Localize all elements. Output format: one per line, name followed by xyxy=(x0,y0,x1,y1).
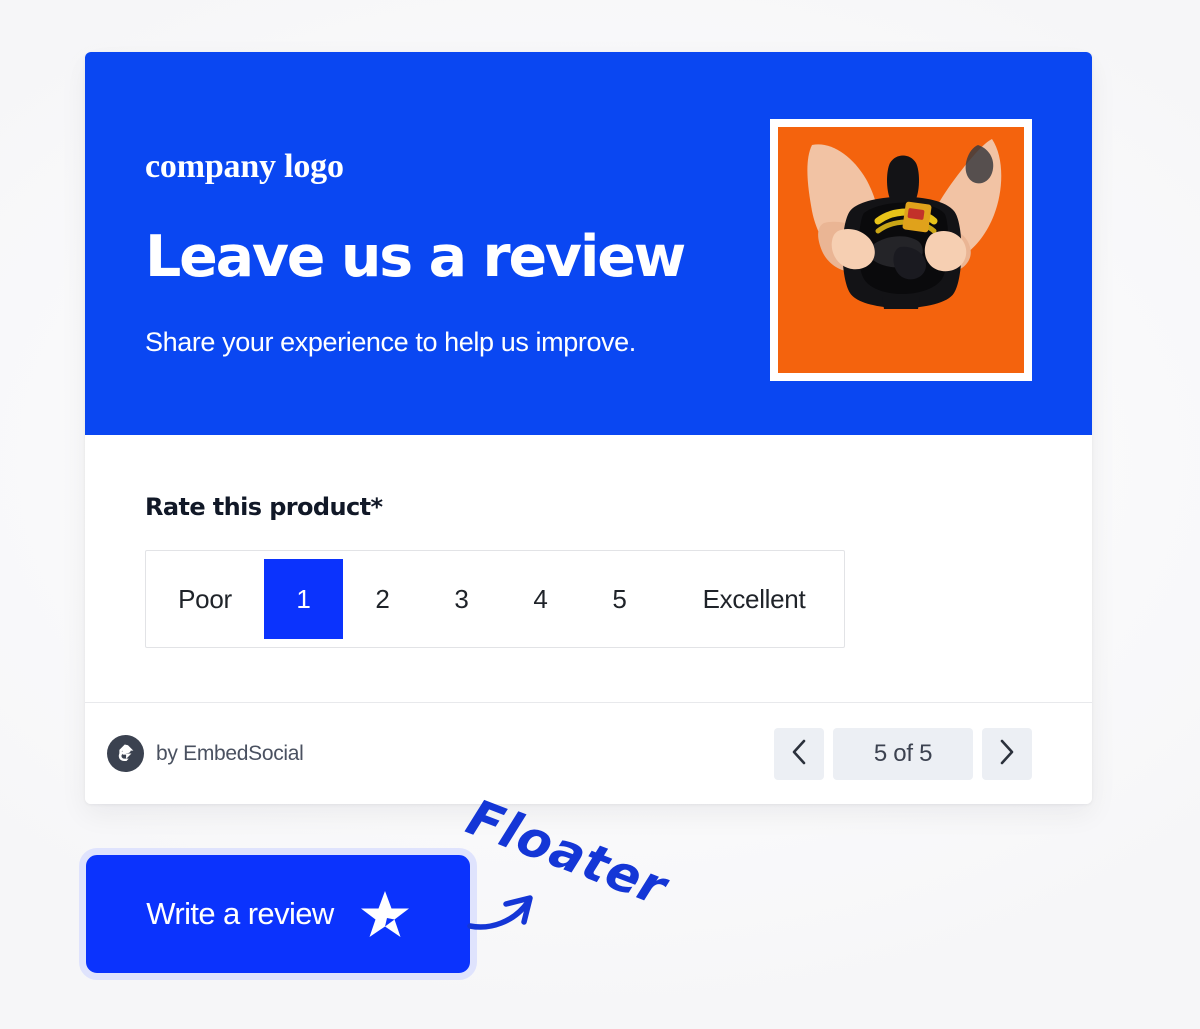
star-icon xyxy=(360,890,410,938)
write-a-review-label: Write a review xyxy=(146,896,334,931)
write-a-review-button[interactable]: Write a review xyxy=(79,848,477,980)
pagination-next-button[interactable] xyxy=(982,727,1032,780)
widget-body: Rate this product* Poor 1 2 3 4 5 Excell… xyxy=(85,435,1092,702)
rating-option-3[interactable]: 3 xyxy=(422,560,501,638)
widget-header: company logo Leave us a review Share you… xyxy=(85,52,1092,435)
product-image-frame xyxy=(770,119,1032,381)
rating-option-1[interactable]: 1 xyxy=(264,559,343,639)
rating-option-4[interactable]: 4 xyxy=(501,560,580,638)
review-widget-card: company logo Leave us a review Share you… xyxy=(85,52,1092,804)
rating-scale[interactable]: Poor 1 2 3 4 5 Excellent xyxy=(145,550,845,648)
chevron-left-icon xyxy=(790,738,808,769)
pagination-counter: 5 of 5 xyxy=(833,727,973,780)
page-subtitle: Share your experience to help us improve… xyxy=(145,326,636,357)
rating-low-label: Poor xyxy=(178,583,232,614)
widget-footer: by EmbedSocial 5 of 5 xyxy=(85,702,1092,804)
rating-option-5[interactable]: 5 xyxy=(580,560,659,638)
embedsocial-attribution[interactable]: by EmbedSocial xyxy=(107,735,304,772)
pagination-prev-button[interactable] xyxy=(774,727,824,780)
rating-option-2[interactable]: 2 xyxy=(343,560,422,638)
pagination: 5 of 5 xyxy=(774,727,1032,780)
rating-high-label: Excellent xyxy=(702,583,806,614)
rate-this-product-label: Rate this product* xyxy=(145,493,383,521)
company-logo: company logo xyxy=(145,148,344,185)
chevron-right-icon xyxy=(998,738,1016,769)
embedsocial-logo-icon xyxy=(107,735,144,772)
floating-review-button-wrap: Write a review xyxy=(79,848,479,986)
header-text-block: company logo Leave us a review Share you… xyxy=(145,110,770,360)
page-title: Leave us a review xyxy=(145,224,686,290)
product-image xyxy=(778,127,1024,373)
embedsocial-label: by EmbedSocial xyxy=(156,741,304,765)
